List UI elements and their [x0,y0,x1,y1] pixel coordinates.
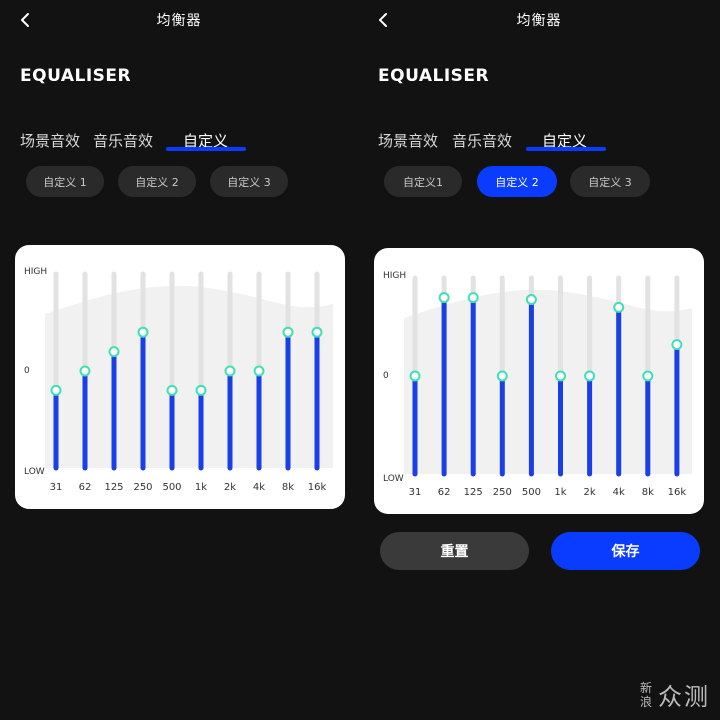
y-label-zero: 0 [383,371,389,381]
preset-custom-1[interactable]: 自定义 1 [26,166,104,197]
eq-band-label: 500 [522,487,541,498]
eq-slider-knob[interactable] [438,292,450,304]
eq-slider-knob[interactable] [195,384,207,396]
eq-band-label: 125 [464,487,483,498]
preset-custom-1[interactable]: 自定义1 [384,166,462,197]
eq-band-label: 16k [308,482,327,493]
section-heading: EQUALISER [378,66,490,86]
eq-band-label: 500 [162,482,181,493]
watermark-logo-text: 众测 [658,683,710,711]
eq-slider-knob[interactable] [642,370,654,382]
watermark-char-bottom: 浪 [639,694,652,709]
watermark-char-top: 新 [639,680,652,695]
page-title: 均衡器 [516,13,562,29]
active-tab-indicator [526,147,606,151]
eq-band-label: 4k [613,487,625,498]
watermark: 新 浪 众测 [638,677,710,712]
preset-custom-2[interactable]: 自定义 2 [477,166,557,197]
eq-band-label: 8k [282,482,294,493]
tab-scene-effects[interactable]: 场景音效 [20,130,80,151]
eq-band-label: 250 [493,487,512,498]
eq-band-label: 31 [409,487,422,498]
eq-band-label: 62 [438,487,451,498]
equalizer-screen-2: 均衡器 EQUALISER 场景音效 音乐音效 自定义 自定义1 自定义 2 自… [358,0,720,720]
y-label-low: LOW [24,467,45,477]
active-tab-indicator [166,147,246,151]
section-heading: EQUALISER [20,66,132,86]
tab-scene-effects[interactable]: 场景音效 [378,130,438,151]
custom-preset-list: 自定义1 自定义 2 自定义 3 [358,166,720,198]
save-button[interactable]: 保存 [551,532,700,570]
eq-slider-knob[interactable] [79,365,91,377]
eq-band-label: 2k [224,482,236,493]
eq-slider-knob[interactable] [224,365,236,377]
eq-band-label: 2k [584,487,596,498]
y-label-zero: 0 [24,366,30,376]
eq-band-label: 8k [642,487,654,498]
eq-slider-knob[interactable] [50,384,62,396]
custom-preset-list: 自定义 1 自定义 2 自定义 3 [0,166,358,198]
eq-slider-knob[interactable] [409,370,421,382]
eq-slider-knob[interactable] [137,326,149,338]
eq-band-label: 125 [104,482,123,493]
eq-band-label: 1k [195,482,207,493]
eq-band-label: 1k [554,487,566,498]
preset-custom-3[interactable]: 自定义 3 [210,166,288,197]
equalizer-chart: HIGH 0 LOW 31 62 125 250 500 1k 2k 4k 8k 16k [24,267,333,493]
eq-slider-knob[interactable] [584,370,596,382]
eq-slider-knob[interactable] [496,370,508,382]
eq-band-label: 31 [50,482,63,493]
watermark-small-text: 新 浪 [638,681,654,709]
eq-slider-knob[interactable] [166,384,178,396]
equalizer-screen-1: 均衡器 EQUALISER 场景音效 音乐音效 自定义 自定义 1 自定义 2 … [0,0,358,720]
eq-band-label: 16k [668,487,687,498]
y-label-high: HIGH [383,271,406,281]
page-title: 均衡器 [156,13,202,29]
eq-slider-knob[interactable] [253,365,265,377]
tab-music-effects[interactable]: 音乐音效 [93,130,153,151]
tab-music-effects[interactable]: 音乐音效 [452,130,512,151]
eq-band-label: 250 [133,482,152,493]
eq-slider-knob[interactable] [555,370,566,382]
y-label-low: LOW [383,474,404,484]
reset-button[interactable]: 重置 [380,532,529,570]
eq-slider-knob[interactable] [108,346,120,358]
preset-custom-2[interactable]: 自定义 2 [118,166,196,197]
preset-custom-3[interactable]: 自定义 3 [570,166,650,197]
eq-slider-knob[interactable] [525,294,537,306]
equalizer-chart: HIGH 0 LOW 31 62 125 250 500 1k 2k 4k 8k 16k [383,271,692,498]
eq-band-label: 62 [79,482,92,493]
eq-slider-knob[interactable] [613,301,625,313]
equalizer-card: HIGH 0 LOW 31 62 125 250 500 1k 2k 4k 8k 16k [374,248,704,514]
y-label-high: HIGH [24,267,47,277]
eq-band-label: 4k [253,482,265,493]
eq-slider-knob[interactable] [467,292,479,304]
eq-slider-knob[interactable] [671,339,683,351]
eq-slider-knob[interactable] [282,326,294,338]
equalizer-card: HIGH 0 LOW 31 62 125 250 500 1k 2k 4k 8k 16k [15,245,345,509]
eq-slider-knob[interactable] [311,326,323,338]
